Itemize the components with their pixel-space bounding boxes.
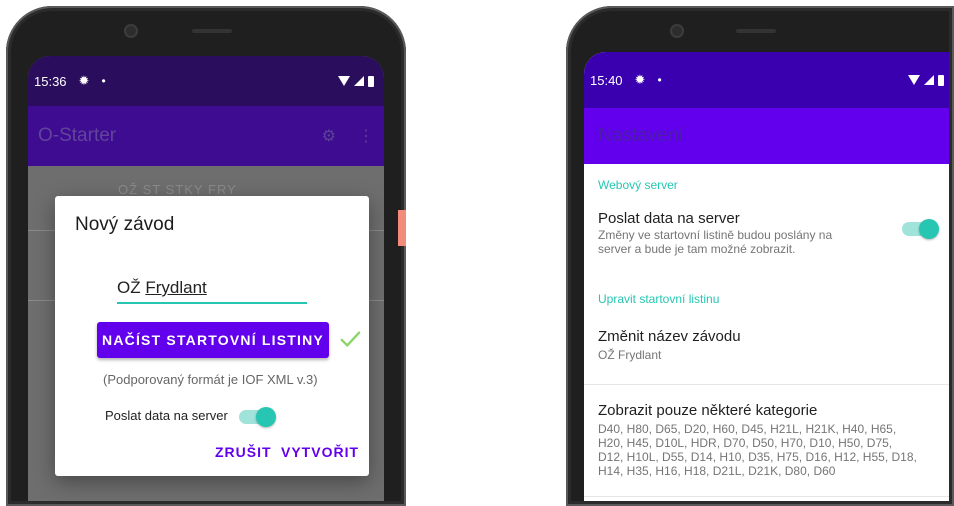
- toggle-knob: [919, 219, 939, 239]
- app-bar: Nastavení: [584, 108, 954, 164]
- settings-icon: ✹: [634, 72, 646, 87]
- load-start-lists-button[interactable]: NAČÍST STARTOVNÍ LISTINY: [97, 322, 329, 358]
- divider: [584, 496, 954, 497]
- notification-dot: •: [101, 74, 106, 88]
- earpiece-speaker: [736, 29, 776, 33]
- race-name-input[interactable]: OŽ Frydlant: [117, 276, 307, 304]
- settings-action-icon[interactable]: ⚙: [322, 126, 336, 146]
- status-icons: [338, 75, 374, 87]
- create-button[interactable]: VYTVOŘIT: [281, 444, 359, 460]
- new-race-dialog: Nový závod OŽ Frydlant NAČÍST STARTOVNÍ …: [55, 196, 369, 476]
- overflow-menu-icon[interactable]: ⋮: [358, 126, 374, 146]
- send-data-label: Poslat data na server: [105, 408, 228, 423]
- pref-summary: H20, H45, D10L, HDR, D70, D50, H70, D10,…: [598, 436, 893, 450]
- left-phone-screen: 15:36 ✹ • O-Starter ⚙ ⋮ OŽ ST STKY FRY ⋮: [28, 56, 384, 506]
- pref-summary: OŽ Frydlant: [598, 348, 662, 362]
- settings-title: Nastavení: [598, 125, 684, 146]
- settings-icon: ✹: [78, 73, 90, 88]
- cancel-button[interactable]: ZRUŠIT: [215, 444, 272, 460]
- race-name-prefix: OŽ: [117, 278, 146, 297]
- front-camera: [670, 24, 684, 38]
- toggle-knob: [256, 407, 276, 427]
- section-header-edit-list: Upravit startovní listinu: [598, 292, 720, 306]
- format-hint: (Podporovaný formát je IOF XML v.3): [103, 372, 318, 387]
- signal-icon: [924, 75, 934, 85]
- dialog-title: Nový závod: [75, 214, 175, 235]
- settings-list: Webový server Poslat data na server Změn…: [584, 164, 954, 506]
- signal-icon: [354, 76, 364, 86]
- app-bar: O-Starter ⚙ ⋮: [28, 106, 384, 166]
- pref-title: Změnit název závodu: [598, 328, 741, 345]
- pref-summary: server a bude je tam možné zobrazit.: [598, 242, 796, 256]
- pref-summary: H14, H35, H16, H18, D21L, D21K, D80, D60: [598, 464, 836, 478]
- pref-title: Poslat data na server: [598, 210, 740, 227]
- front-camera: [124, 24, 138, 38]
- wifi-icon: [908, 75, 920, 85]
- earpiece-speaker: [192, 29, 232, 33]
- pref-summary: D12, H10L, D55, D14, H10, D35, H75, D16,…: [598, 450, 917, 464]
- battery-icon: [368, 75, 374, 87]
- pref-title: Zobrazit pouze některé kategorie: [598, 402, 818, 419]
- notification-dot: •: [657, 73, 662, 87]
- appbar-actions: ⚙ ⋮: [322, 126, 374, 146]
- pref-summary: D40, H80, D65, D20, H60, D45, H21L, H21K…: [598, 422, 897, 436]
- checkmark-icon: [340, 331, 361, 347]
- send-data-toggle[interactable]: [239, 407, 276, 427]
- left-phone-frame: 15:36 ✹ • O-Starter ⚙ ⋮ OŽ ST STKY FRY ⋮: [6, 6, 406, 506]
- race-name-misspelled: Frydlant: [145, 278, 207, 297]
- app-title: O-Starter: [38, 125, 117, 146]
- status-bar: 15:36 ✹ •: [28, 56, 384, 106]
- right-phone-frame: 15:40 ✹ • Nastavení Webový server Poslat…: [566, 6, 954, 506]
- battery-icon: [938, 74, 944, 86]
- status-time: 15:40: [590, 72, 623, 88]
- right-phone-screen: 15:40 ✹ • Nastavení Webový server Poslat…: [584, 52, 954, 506]
- pref-summary: Změny ve startovní listině budou poslány…: [598, 228, 833, 242]
- send-data-toggle[interactable]: [902, 219, 939, 239]
- screenshot-stage: 15:36 ✹ • O-Starter ⚙ ⋮ OŽ ST STKY FRY ⋮: [0, 0, 954, 506]
- divider: [584, 384, 954, 385]
- section-header-web-server: Webový server: [598, 178, 678, 192]
- wifi-icon: [338, 76, 350, 86]
- list-header: OŽ ST STKY FRY: [118, 182, 237, 197]
- side-button: [398, 210, 406, 246]
- status-time: 15:36: [34, 73, 67, 89]
- status-bar: 15:40 ✹ •: [584, 52, 954, 108]
- status-icons: [908, 74, 944, 86]
